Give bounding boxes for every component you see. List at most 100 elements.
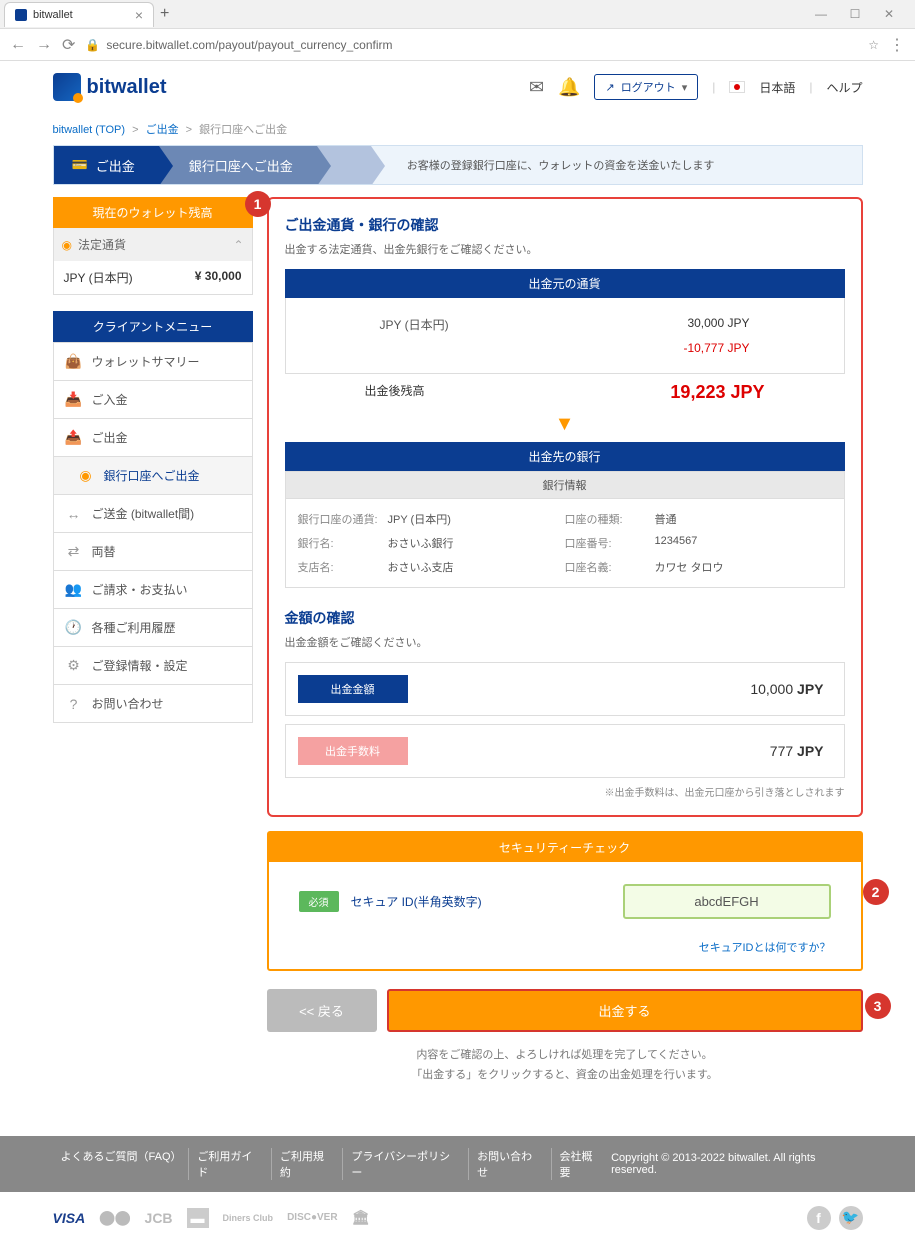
bell-icon[interactable]: 🔔 — [558, 77, 580, 98]
copyright: Copyright © 2013-2022 bitwallet. All rig… — [611, 1152, 862, 1176]
sidebar-item-bank-withdraw[interactable]: ◉銀行口座へご出金 — [53, 457, 253, 495]
circle-icon: ◉ — [78, 468, 94, 484]
step-description: お客様の登録銀行口座に、ウォレットの資金を送金いたします — [371, 157, 862, 173]
history-icon: 🕐 — [66, 620, 82, 636]
gear-icon: ⚙ — [66, 658, 82, 674]
main-content: 1 ご出金通貨・銀行の確認 出金する法定通貨、出金先銀行をご確認ください。 出金… — [267, 197, 863, 1086]
breadcrumb-mid[interactable]: ご出金 — [146, 124, 179, 136]
step-withdraw: 💳 ご出金 — [54, 146, 159, 184]
dest-bank-header: 出金先の銀行 — [285, 442, 845, 471]
logout-button[interactable]: ↗ ログアウト ▾ — [594, 74, 698, 100]
balance-header: 現在のウォレット残高 — [53, 197, 253, 228]
callout-3: 3 — [865, 993, 891, 1019]
mail-icon[interactable]: ✉ — [529, 77, 544, 98]
bank-transfer-icon: 🏛 — [352, 1209, 370, 1226]
window-close[interactable]: ✕ — [877, 7, 901, 21]
back-button[interactable]: << 戻る — [267, 989, 377, 1032]
wallet-icon: 💳 — [72, 157, 88, 173]
transfer-icon: ↔ — [66, 506, 82, 522]
footer: よくあるご質問（FAQ） ご利用ガイド ご利用規約 プライバシーポリシー お問い… — [0, 1136, 915, 1192]
security-header: セキュリティーチェック — [269, 833, 861, 862]
logo[interactable]: bitwallet — [53, 73, 167, 101]
sidebar-item-billing[interactable]: 👥ご請求・お支払い — [53, 571, 253, 609]
sidebar-item-withdraw[interactable]: 📤ご出金 — [53, 419, 253, 457]
footer-link-privacy[interactable]: プライバシーポリシー — [343, 1148, 469, 1180]
logout-icon: ↗ — [605, 81, 614, 94]
submit-button[interactable]: 出金する — [387, 989, 863, 1032]
withdraw-icon: 📤 — [66, 430, 82, 446]
section-title-currency: ご出金通貨・銀行の確認 — [285, 215, 845, 235]
section-desc-amount: 出金金額をご確認ください。 — [285, 634, 845, 650]
bank-info-grid: 銀行口座の通貨:JPY (日本円) 口座の種類:普通 銀行名:おさいふ銀行 口座… — [285, 498, 845, 588]
logout-label: ログアウト — [621, 79, 676, 95]
footer-link-terms[interactable]: ご利用規約 — [272, 1148, 344, 1180]
visa-icon: VISA — [53, 1210, 86, 1226]
callout-2: 2 — [863, 879, 889, 905]
secure-id-help-link[interactable]: セキュアIDとは何ですか？ — [299, 939, 831, 955]
nav-forward-icon[interactable]: → — [36, 36, 52, 54]
bookmark-star-icon[interactable]: ☆ — [868, 38, 879, 52]
deposit-icon: 📥 — [66, 392, 82, 408]
window-minimize[interactable]: — — [809, 7, 833, 21]
breadcrumb-home[interactable]: bitwallet (TOP) — [53, 124, 126, 136]
browser-chrome: bitwallet × + — ☐ ✕ ← → ⟳ 🔒 secure.bitwa… — [0, 0, 915, 61]
browser-tab[interactable]: bitwallet × — [4, 2, 154, 27]
address-bar[interactable]: 🔒 secure.bitwallet.com/payout/payout_cur… — [85, 38, 858, 52]
exchange-icon: ⇄ — [66, 544, 82, 560]
sidebar-item-exchange[interactable]: ⇄両替 — [53, 533, 253, 571]
tab-close-icon[interactable]: × — [135, 7, 143, 23]
billing-icon: 👥 — [66, 582, 82, 598]
new-tab-button[interactable]: + — [160, 5, 169, 23]
callout-1: 1 — [245, 191, 271, 217]
required-badge: 必須 — [299, 891, 339, 912]
window-maximize[interactable]: ☐ — [843, 7, 867, 21]
coin-icon: ◉ — [62, 238, 72, 252]
question-icon: ? — [66, 696, 82, 712]
footer-link-guide[interactable]: ご利用ガイド — [189, 1148, 271, 1180]
fiat-toggle[interactable]: ◉ 法定通貨 ⌃ — [53, 228, 253, 261]
security-panel: 2 セキュリティーチェック 必須 セキュア ID(半角英数字) セキュアIDとは… — [267, 831, 863, 971]
footer-link-company[interactable]: 会社概要 — [552, 1148, 612, 1180]
wallet-icon: 👜 — [66, 354, 82, 370]
secure-id-label: セキュア ID(半角英数字) — [351, 893, 482, 910]
breadcrumb-current: 銀行口座へご出金 — [199, 124, 287, 136]
diners-icon: Diners Club — [223, 1213, 274, 1223]
brand-name: bitwallet — [87, 76, 167, 99]
logo-icon — [53, 73, 81, 101]
facebook-icon[interactable]: f — [807, 1206, 831, 1230]
footer-links: よくあるご質問（FAQ） ご利用ガイド ご利用規約 プライバシーポリシー お問い… — [53, 1148, 612, 1180]
withdraw-amount-row: 出金金額 10,000 JPY — [285, 662, 845, 716]
arrow-down-icon: ▼ — [285, 413, 845, 436]
sidebar-item-deposit[interactable]: 📥ご入金 — [53, 381, 253, 419]
footer-link-faq[interactable]: よくあるご質問（FAQ） — [53, 1148, 190, 1180]
sidebar-item-summary[interactable]: 👜ウォレットサマリー — [53, 342, 253, 381]
secure-id-input[interactable] — [623, 884, 831, 919]
nav-back-icon[interactable]: ← — [10, 36, 26, 54]
site-header: bitwallet ✉ 🔔 ↗ ログアウト ▾ | 日本語 | ヘルプ — [53, 61, 863, 113]
footer-link-contact[interactable]: お問い合わせ — [469, 1148, 551, 1180]
amex-icon: ▬ — [187, 1208, 209, 1228]
chevron-down-icon: ▾ — [682, 81, 688, 94]
bank-info-header: 銀行情報 — [285, 471, 845, 498]
language-selector[interactable]: 日本語 — [759, 79, 795, 96]
help-link[interactable]: ヘルプ — [826, 79, 862, 96]
sidebar-item-contact[interactable]: ?お問い合わせ — [53, 685, 253, 723]
sidebar-item-transfer[interactable]: ↔ご送金 (bitwallet間) — [53, 495, 253, 533]
sidebar: 現在のウォレット残高 ◉ 法定通貨 ⌃ JPY (日本円) ¥ 30,000 ク… — [53, 197, 253, 723]
browser-menu-icon[interactable]: ⋮ — [889, 35, 905, 55]
client-menu-header: クライアントメニュー — [53, 311, 253, 342]
tab-title: bitwallet — [33, 9, 73, 21]
balance-row: JPY (日本円) ¥ 30,000 — [53, 261, 253, 295]
discover-icon: DISC●VER — [287, 1212, 338, 1223]
lock-icon: 🔒 — [85, 38, 100, 52]
balance-after: 19,223 JPY — [670, 382, 764, 403]
sidebar-item-settings[interactable]: ⚙ご登録情報・設定 — [53, 647, 253, 685]
payment-icons: VISA ⬤⬤ JCB ▬ Diners Club DISC●VER 🏛 f 🐦 — [53, 1192, 863, 1260]
nav-reload-icon[interactable]: ⟳ — [62, 35, 75, 55]
footnote: 内容をご確認の上、よろしければ処理を完了してください。 「出金する」をクリックす… — [267, 1046, 863, 1086]
fee-note: ※出金手数料は、出金元口座から引き落としされます — [285, 784, 845, 799]
url-text: secure.bitwallet.com/payout/payout_curre… — [106, 38, 392, 52]
sidebar-item-history[interactable]: 🕐各種ご利用履歴 — [53, 609, 253, 647]
twitter-icon[interactable]: 🐦 — [839, 1206, 863, 1230]
section-title-amount: 金額の確認 — [285, 608, 845, 628]
